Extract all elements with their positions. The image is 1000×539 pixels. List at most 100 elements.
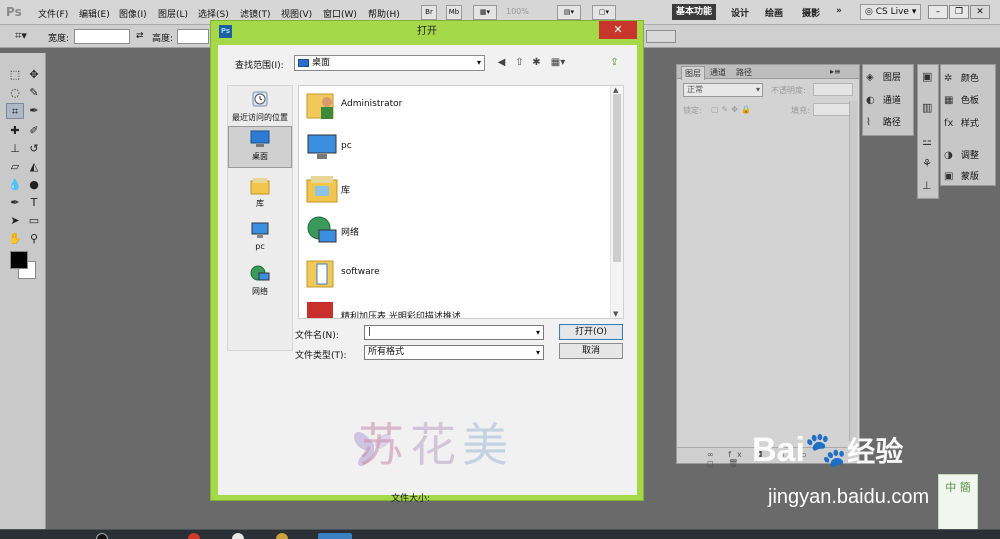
bridge-folder-icon[interactable]: ⇪ [608,56,621,69]
menu-help[interactable]: 帮助(H) [368,7,400,20]
taskbar-app-icon[interactable] [96,533,108,539]
menu-layer[interactable]: 图层(L) [158,7,188,20]
place-libraries[interactable]: 库 [228,176,292,209]
screen-mode-button[interactable]: ▢▾ [592,5,616,20]
brush-tool-icon[interactable]: ✐ [25,123,43,139]
tab-layers[interactable]: 图层 [681,66,705,80]
lookin-select[interactable]: 桌面 ▾ [294,55,485,71]
info-icon[interactable]: ▥ [922,101,932,114]
hand-tool-icon[interactable]: ✋ [6,231,24,247]
taskbar-app-icon[interactable] [276,533,288,539]
dock-channels[interactable]: ◐ 通道 [866,93,901,106]
dock-masks[interactable]: ▣ 蒙版 [944,169,979,182]
menu-edit[interactable]: 编辑(E) [79,7,110,20]
clone-source-icon[interactable]: ⚘ [922,157,932,170]
eyedropper-tool-icon[interactable]: ✒ [25,103,43,119]
dock-swatches[interactable]: ▦ 色板 [944,93,979,106]
place-network[interactable]: 网络 [228,264,292,297]
blend-mode-select[interactable]: 正常 ▾ [683,83,763,97]
taskbar-photoshop-icon[interactable] [318,533,352,539]
paint-bucket-tool-icon[interactable]: ◭ [25,159,43,175]
healing-brush-tool-icon[interactable]: ✚ [6,123,24,139]
zoom-level[interactable]: 100% [506,7,529,16]
character-icon[interactable]: ⊥ [922,179,932,192]
history-brush-tool-icon[interactable]: ↺ [25,141,43,157]
dock-paths[interactable]: ⌇ 路径 [866,115,901,128]
place-desktop[interactable]: 桌面 [228,126,292,168]
tab-paths[interactable]: 路径 [733,66,755,79]
bridge-button[interactable]: Br [421,5,437,20]
taskbar-app-icon[interactable] [188,533,200,539]
workspace-photography[interactable]: 摄影 [802,6,820,19]
dock-color[interactable]: ✲ 颜色 [944,71,979,84]
menu-image[interactable]: 图像(I) [119,7,147,20]
dialog-close-button[interactable]: ✕ [599,21,637,39]
file-list-scrollbar[interactable]: ▲ ▼ [610,86,623,318]
scroll-up-icon[interactable]: ▲ [613,86,618,94]
histogram-icon[interactable]: ▣ [922,70,932,83]
blur-tool-icon[interactable]: 💧 [6,177,24,193]
view-extras-button[interactable]: ▦▾ [473,5,497,20]
options-extra-field[interactable] [646,30,676,43]
move-tool-icon[interactable]: ✥ [25,67,43,83]
marquee-tool-icon[interactable]: ⬚ [6,67,24,83]
eraser-tool-icon[interactable]: ▱ [6,159,24,175]
back-icon[interactable]: ◀ [495,56,508,69]
dock-styles[interactable]: fx 样式 [944,116,979,129]
workspace-essentials[interactable]: 基本功能 [672,4,717,20]
dock-adjustments[interactable]: ◑ 调整 [944,148,979,161]
foreground-color-swatch[interactable] [10,251,28,269]
close-icon[interactable]: ✕ [970,5,990,19]
pen-tool-icon[interactable]: ✒ [6,195,24,211]
opacity-field[interactable] [813,83,853,96]
restore-icon[interactable]: ❐ [949,5,969,19]
list-item-pc[interactable]: pc [303,128,603,166]
filetype-select[interactable]: 所有格式 ▾ [364,345,544,360]
view-menu-icon[interactable]: ▦▾ [548,56,568,69]
menu-filter[interactable]: 滤镜(T) [240,7,271,20]
crop-tool-preset-icon[interactable]: ⌗▾ [12,28,30,44]
list-item-administrator[interactable]: Administrator [303,86,603,124]
menu-file[interactable]: 文件(F) [38,7,68,20]
crop-tool-icon[interactable]: ⌗ [6,103,24,119]
cs-live-button[interactable]: ◎ CS Live ▾ [860,4,922,20]
list-item-network[interactable]: 网络 [303,212,603,250]
workspace-painting[interactable]: 绘画 [765,6,783,19]
lock-icons[interactable]: ▢✎✥🔒 [711,105,754,114]
mini-bridge-button[interactable]: Mb [446,5,462,20]
type-tool-icon[interactable]: T [25,195,43,211]
scroll-down-icon[interactable]: ▼ [613,310,618,318]
panel-menu-icon[interactable]: ▸≡ [827,66,844,77]
zoom-tool-icon[interactable]: ⚲ [25,231,43,247]
scroll-thumb[interactable] [613,94,621,262]
up-folder-icon[interactable]: ⇧ [513,56,526,69]
list-item-software[interactable]: software [303,254,603,292]
width-input[interactable] [74,29,130,44]
place-recent[interactable]: 最近访问的位置 [228,90,292,123]
new-folder-icon[interactable]: ✱ [530,56,543,69]
menu-select[interactable]: 选择(S) [198,7,229,20]
list-item-document[interactable]: 精利加压表 光明彩印描述推述 [303,296,603,318]
taskbar-app-icon[interactable] [232,533,244,539]
dodge-tool-icon[interactable]: ● [25,177,43,193]
menu-window[interactable]: 窗口(W) [323,7,357,20]
place-pc[interactable]: pc [228,220,292,251]
dock-layers[interactable]: ◈ 图层 [866,70,901,83]
minimize-icon[interactable]: – [928,5,948,19]
filename-input[interactable]: | ▾ [364,325,544,340]
clone-stamp-tool-icon[interactable]: ⊥ [6,141,24,157]
swap-icon[interactable]: ⇄ [136,31,144,41]
lasso-tool-icon[interactable]: ◌ [6,85,24,101]
path-select-tool-icon[interactable]: ➤ [6,213,24,229]
arrange-documents-button[interactable]: ▤▾ [557,5,581,20]
menu-view[interactable]: 视图(V) [281,7,312,20]
workspace-design[interactable]: 设计 [731,6,749,19]
fill-field[interactable] [813,103,853,116]
layers-scrollbar[interactable] [849,101,857,441]
open-button[interactable]: 打开(O) [559,324,623,340]
cancel-button[interactable]: 取消 [559,343,623,359]
height-input[interactable] [177,29,209,44]
quick-select-tool-icon[interactable]: ✎ [25,85,43,101]
list-item-libraries[interactable]: 库 [303,170,603,208]
brush-presets-icon[interactable]: ⚍ [922,135,932,148]
